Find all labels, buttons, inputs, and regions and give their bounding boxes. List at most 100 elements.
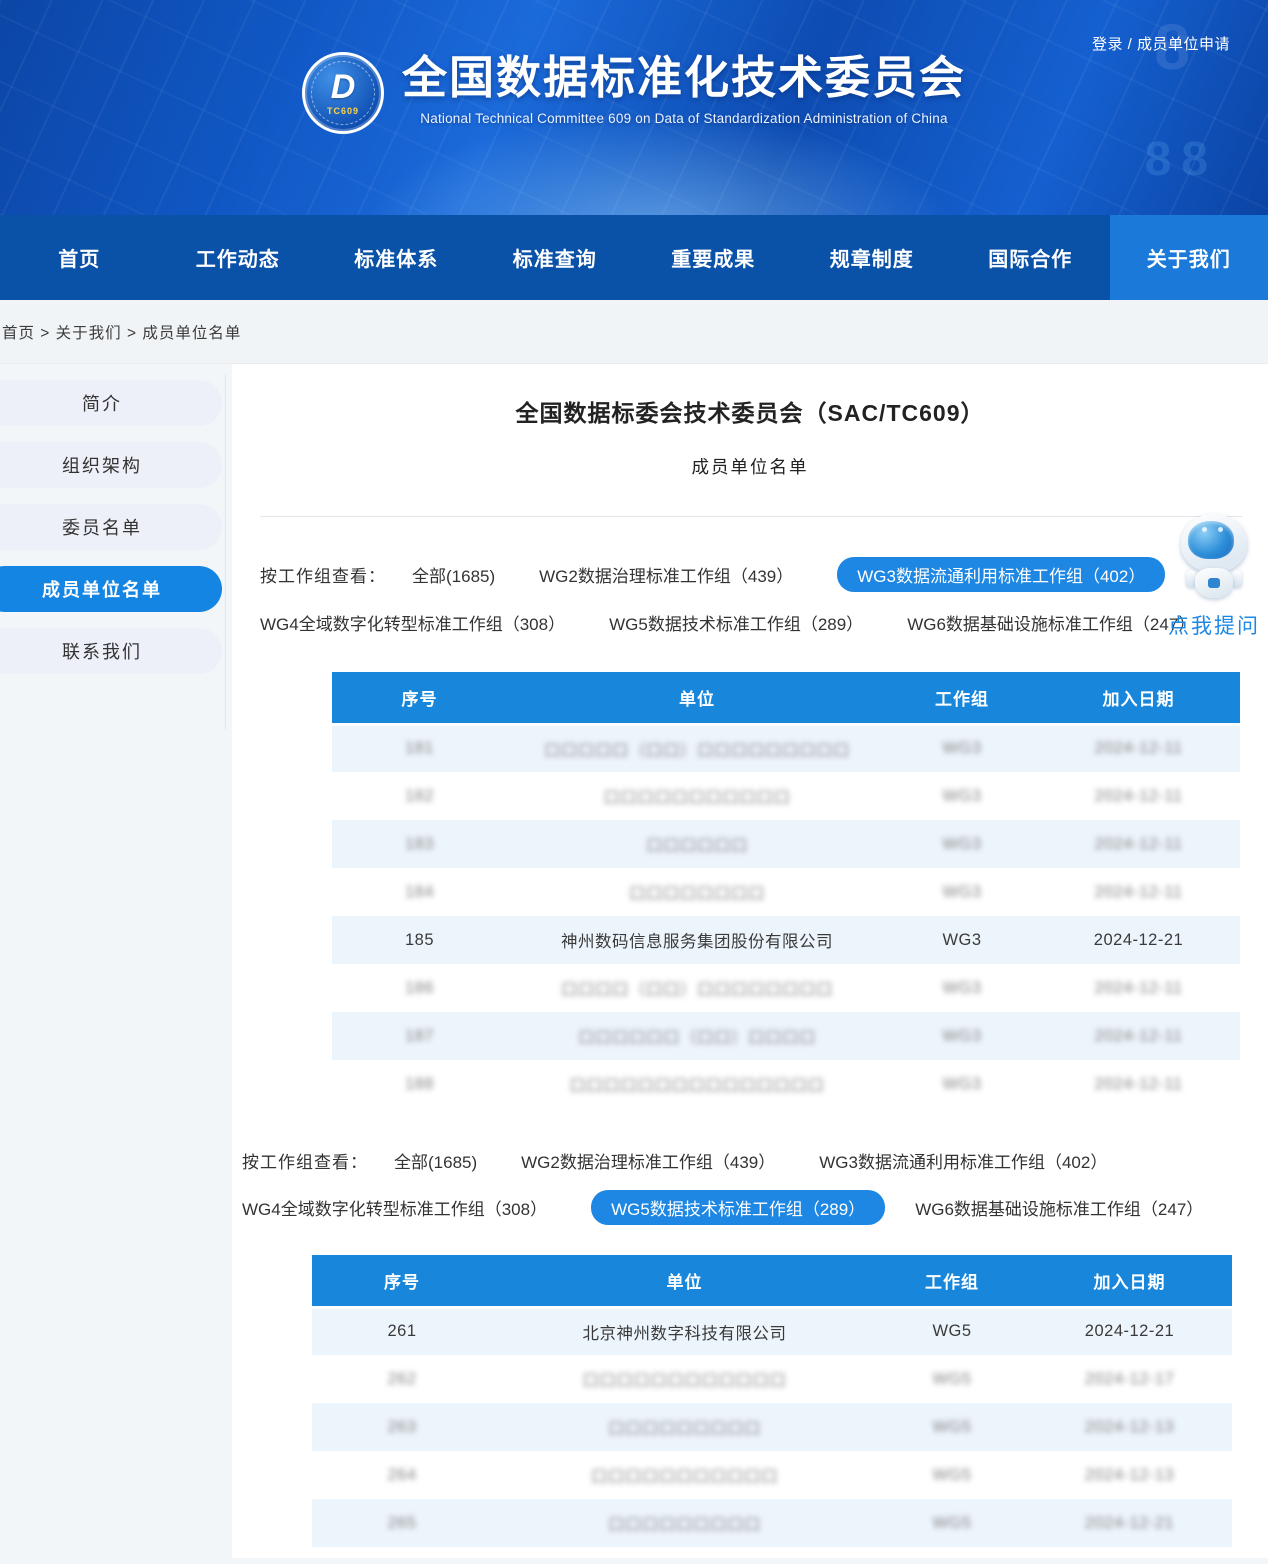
site-title: 全国数据标准化技术委员会	[402, 52, 966, 104]
cell-seq: 186	[332, 964, 507, 1012]
site-title-english: National Technical Committee 609 on Data…	[402, 111, 966, 126]
column-header: 加入日期	[1037, 672, 1240, 724]
cell-wg: WG5	[877, 1307, 1027, 1355]
cell-unit: 口口口口口口口口	[507, 868, 887, 916]
cell-date: 2024-12-13	[1027, 1451, 1232, 1499]
nav-item-6[interactable]: 国际合作	[951, 215, 1110, 300]
filter-option-2-selected[interactable]: WG3数据流通利用标准工作组（402）	[837, 557, 1165, 592]
column-header: 加入日期	[1027, 1255, 1232, 1307]
cell-unit: 口口口口口（口口）口口口口口口口口口	[507, 724, 887, 772]
main-panel: 全国数据标委会技术委员会（SAC/TC609） 成员单位名单 按工作组查看：全部…	[232, 364, 1268, 1558]
robot-mascot-icon[interactable]	[1178, 514, 1250, 600]
cell-unit: 口口口口口口口口口	[492, 1499, 877, 1547]
header-decor-digits-2: 88	[1145, 132, 1218, 187]
page: 8 88 登录 / 成员单位申请 D TC609 全国数据标准化技术委员会 Na…	[0, 0, 1268, 1564]
main-nav: 首页工作动态标准体系标准查询重要成果规章制度国际合作关于我们	[0, 215, 1268, 300]
table-header-row: 序号单位工作组加入日期	[312, 1255, 1232, 1307]
cell-wg: WG3	[887, 772, 1037, 820]
cell-date: 2024-12-11	[1037, 772, 1240, 820]
page-title: 全国数据标委会技术委员会（SAC/TC609）	[232, 394, 1268, 428]
filter-option-3[interactable]: WG4全域数字化转型标准工作组（308）	[242, 1195, 547, 1220]
cell-unit: 口口口口口口	[507, 820, 887, 868]
cell-wg: WG5	[877, 1403, 1027, 1451]
cell-wg: WG3	[887, 964, 1037, 1012]
cell-seq: 185	[332, 916, 507, 964]
column-header: 单位	[492, 1255, 877, 1307]
sidebar-item-0[interactable]: 简介	[0, 380, 222, 426]
nav-item-7[interactable]: 关于我们	[1110, 215, 1268, 300]
cell-seq: 262	[312, 1355, 492, 1403]
filter-option-0[interactable]: 全部(1685)	[394, 1148, 477, 1173]
filter-option-0[interactable]: 全部(1685)	[412, 562, 495, 587]
table-row-261: 261北京神州数字科技有限公司WG52024-12-21	[312, 1307, 1232, 1355]
nav-item-3[interactable]: 标准查询	[476, 215, 635, 300]
nav-item-2[interactable]: 标准体系	[317, 215, 476, 300]
cell-seq: 263	[312, 1403, 492, 1451]
nav-item-5[interactable]: 规章制度	[793, 215, 952, 300]
cell-date: 2024-12-17	[1027, 1355, 1232, 1403]
assistant-label[interactable]: 点我提问	[1166, 610, 1262, 640]
filter-option-4-selected[interactable]: WG5数据技术标准工作组（289）	[591, 1190, 885, 1225]
sidebar-item-3[interactable]: 成员单位名单	[0, 566, 222, 612]
nav-item-4[interactable]: 重要成果	[634, 215, 793, 300]
filter-group-wg3: 按工作组查看： 全部(1685) WG2数据治理标准工作组（439） WG3数据流通利…	[260, 557, 1268, 638]
filter-option-4[interactable]: WG5数据技术标准工作组（289）	[609, 610, 863, 635]
filter-label: 按工作组查看：	[260, 562, 386, 587]
table-row-262: 262口口口口口口口口口口口口WG52024-12-17	[312, 1355, 1232, 1403]
cell-date: 2024-12-11	[1037, 820, 1240, 868]
filter-option-5[interactable]: WG6数据基础设施标准工作组（247）	[915, 1195, 1203, 1220]
filter-option-2[interactable]: WG3数据流通利用标准工作组（402）	[819, 1148, 1107, 1173]
cell-date: 2024-12-11	[1037, 724, 1240, 772]
sidebar-item-1[interactable]: 组织架构	[0, 442, 222, 488]
cell-date: 2024-12-11	[1037, 1012, 1240, 1060]
cell-seq: 261	[312, 1307, 492, 1355]
divider	[260, 516, 1242, 517]
cell-seq: 187	[332, 1012, 507, 1060]
site-header: 8 88 登录 / 成员单位申请 D TC609 全国数据标准化技术委员会 Na…	[0, 0, 1268, 215]
column-header: 序号	[332, 672, 507, 724]
column-header: 工作组	[877, 1255, 1027, 1307]
table-row-187: 187口口口口口口（口口）口口口口WG32024-12-11	[332, 1012, 1240, 1060]
column-header: 工作组	[887, 672, 1037, 724]
cell-seq: 181	[332, 724, 507, 772]
cell-wg: WG5	[877, 1499, 1027, 1547]
nav-item-1[interactable]: 工作动态	[159, 215, 318, 300]
cell-wg: WG3	[887, 820, 1037, 868]
cell-date: 2024-12-13	[1027, 1403, 1232, 1451]
assistant-widget[interactable]: 点我提问	[1166, 514, 1262, 640]
sidebar-item-2[interactable]: 委员名单	[0, 504, 222, 550]
cell-date: 2024-12-11	[1037, 868, 1240, 916]
cell-seq: 184	[332, 868, 507, 916]
cell-seq: 183	[332, 820, 507, 868]
table-row-183: 183口口口口口口WG32024-12-11	[332, 820, 1240, 868]
filter-option-5[interactable]: WG6数据基础设施标准工作组（247）	[907, 610, 1195, 635]
cell-date: 2024-12-11	[1037, 964, 1240, 1012]
filter-option-1[interactable]: WG2数据治理标准工作组（439）	[539, 562, 793, 587]
cell-seq: 264	[312, 1451, 492, 1499]
cell-wg: WG3	[887, 724, 1037, 772]
table-row-185: 185神州数码信息服务集团股份有限公司WG32024-12-21	[332, 916, 1240, 964]
cell-date: 2024-12-21	[1037, 916, 1240, 964]
logo-arc-icon	[311, 61, 375, 125]
cell-unit: 口口口口口口口口口口口	[507, 772, 887, 820]
cell-wg: WG3	[887, 1012, 1037, 1060]
table-row-184: 184口口口口口口口口WG32024-12-11	[332, 868, 1240, 916]
cell-unit: 神州数码信息服务集团股份有限公司	[507, 916, 887, 964]
cell-wg: WG3	[887, 916, 1037, 964]
sidebar-item-4[interactable]: 联系我们	[0, 628, 222, 674]
table-row-265: 265口口口口口口口口口WG52024-12-21	[312, 1499, 1232, 1547]
cell-unit: 口口口口口口口口口口口口	[492, 1355, 877, 1403]
filter-option-3[interactable]: WG4全域数字化转型标准工作组（308）	[260, 610, 565, 635]
sidebar: 简介组织架构委员名单成员单位名单联系我们	[0, 364, 232, 690]
member-table-wg3: 序号单位工作组加入日期 181口口口口口（口口）口口口口口口口口口WG32024…	[332, 672, 1240, 1108]
login-and-apply-link[interactable]: 登录 / 成员单位申请	[1092, 33, 1230, 54]
cell-unit: 口口口口口口口口口口口	[492, 1451, 877, 1499]
column-header: 单位	[507, 672, 887, 724]
table-row-263: 263口口口口口口口口口WG52024-12-13	[312, 1403, 1232, 1451]
filter-option-1[interactable]: WG2数据治理标准工作组（439）	[521, 1148, 775, 1173]
nav-item-0[interactable]: 首页	[0, 215, 159, 300]
filter-label: 按工作组查看：	[242, 1148, 368, 1173]
cell-unit: 口口口口（口口）口口口口口口口口	[507, 964, 887, 1012]
cell-seq: 188	[332, 1060, 507, 1108]
cell-unit: 口口口口口口口口口口口口口口口	[507, 1060, 887, 1108]
